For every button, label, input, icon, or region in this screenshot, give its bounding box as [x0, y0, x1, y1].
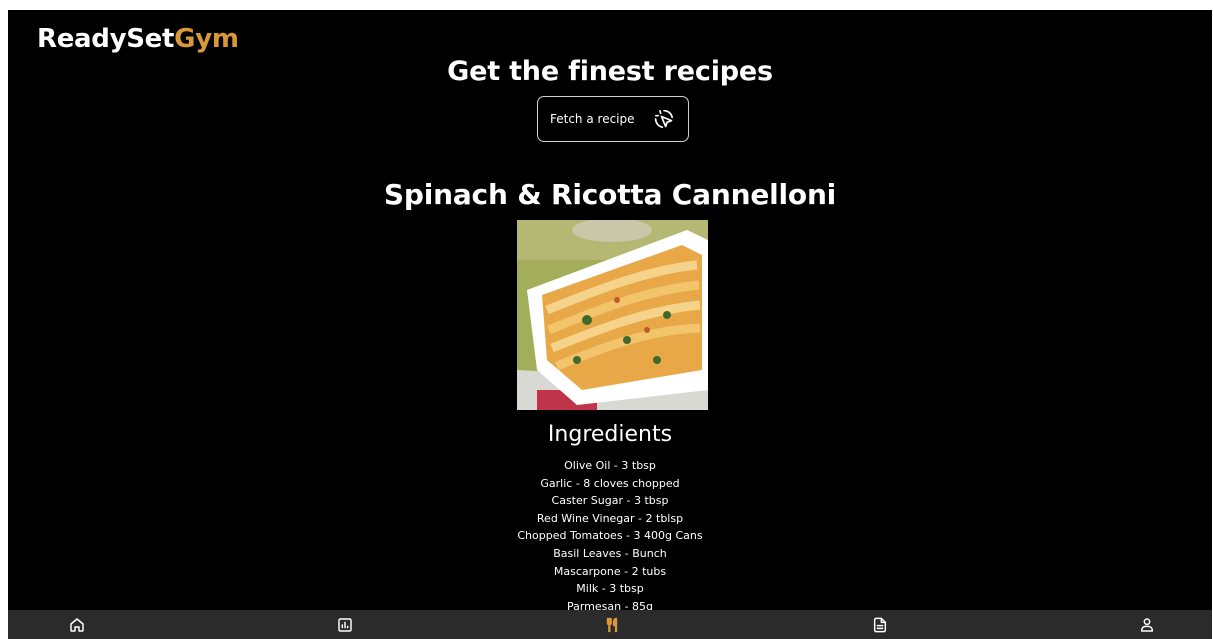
recipe-title: Spinach & Ricotta Cannelloni [383, 178, 837, 211]
ingredient-item: Mascarpone - 2 tubs [553, 564, 667, 578]
nav-notes[interactable] [871, 616, 889, 634]
fetch-recipe-button[interactable]: Fetch a recipe [537, 96, 689, 142]
page-title: Get the finest recipes [447, 56, 773, 87]
chart-icon [337, 617, 352, 632]
nav-home[interactable] [68, 616, 86, 634]
app-frame: ReadySetGym Get the finest recipes Fetch… [8, 10, 1212, 639]
ingredient-item: Olive Oil - 3 tbsp [564, 459, 656, 472]
ingredient-item: Chopped Tomatoes - 3 400g Cans [517, 529, 703, 543]
fetch-recipe-label: Fetch a recipe [550, 112, 635, 126]
bottom-navbar [8, 610, 1212, 639]
cursor-click-icon [654, 109, 673, 128]
brand-text-accent: Gym [174, 24, 239, 54]
nav-stats[interactable] [336, 616, 354, 634]
brand-text-primary: ReadySet [37, 24, 175, 54]
brand-logo[interactable]: ReadySetGym [37, 24, 239, 54]
ingredient-item: Milk - 3 tbsp [576, 582, 644, 596]
ingredient-item: Basil Leaves - Bunch [553, 546, 667, 560]
nav-recipes[interactable] [603, 616, 621, 634]
fork-knife-icon [606, 617, 618, 632]
ingredients-heading: Ingredients [547, 422, 673, 447]
nav-profile[interactable] [1138, 616, 1156, 634]
home-icon [70, 617, 84, 632]
ingredients-list: Olive Oil - 3 tbsp Garlic - 8 cloves cho… [8, 457, 1212, 615]
recipe-image [517, 220, 708, 410]
document-icon [873, 617, 886, 632]
ingredient-item: Caster Sugar - 3 tbsp [551, 494, 669, 508]
user-icon [1140, 617, 1154, 632]
ingredient-item: Red Wine Vinegar - 2 tblsp [536, 511, 684, 525]
ingredient-item: Garlic - 8 cloves chopped [540, 476, 680, 490]
